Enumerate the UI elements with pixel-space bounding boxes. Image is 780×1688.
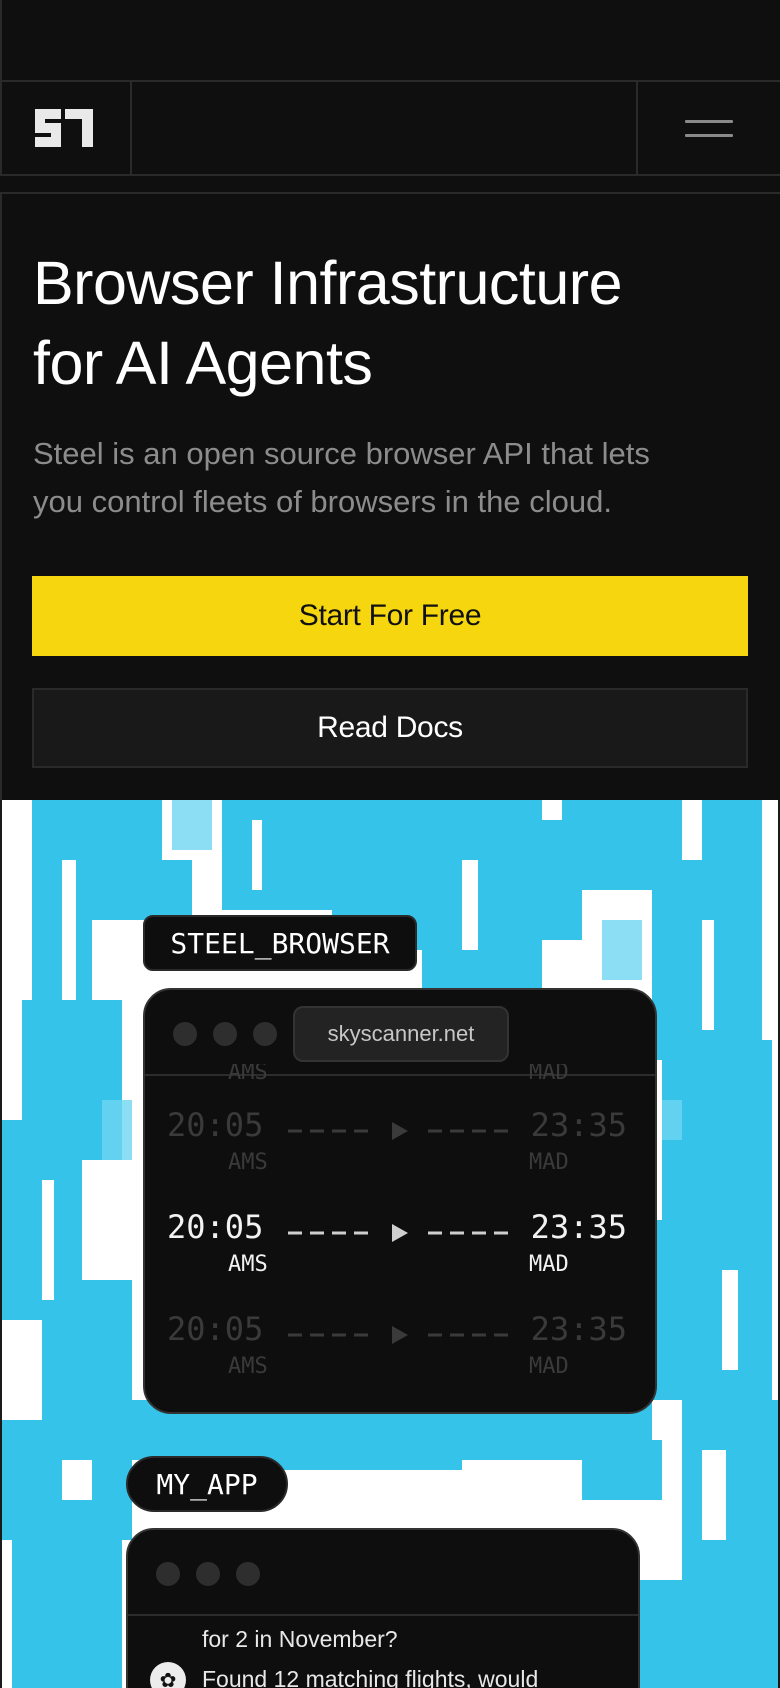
logo-cell[interactable]	[0, 82, 132, 174]
departure-code: AMS	[228, 1064, 268, 1084]
arrival-code: MAD	[529, 1354, 569, 1379]
window-dot-icon	[236, 1562, 260, 1586]
flight-route-arrow-icon	[288, 1224, 508, 1242]
hero-title: Browser Infrastructure for AI Agents	[33, 243, 753, 403]
window-titlebar	[128, 1530, 638, 1616]
arrival-code: MAD	[529, 1064, 569, 1084]
window-dot-icon	[156, 1562, 180, 1586]
flight-row-partial: AMS MAD	[145, 1064, 655, 1084]
steel-browser-tag: STEEL_BROWSER	[143, 915, 417, 971]
window-dot-icon	[173, 1022, 197, 1046]
start-for-free-button[interactable]: Start For Free	[32, 576, 748, 656]
departure-code: AMS	[228, 1150, 268, 1175]
arrival-code: MAD	[529, 1252, 569, 1277]
url-bar[interactable]: skyscanner.net	[293, 1006, 509, 1062]
departure-time: 20:05	[167, 1106, 264, 1144]
read-docs-button[interactable]: Read Docs	[32, 688, 748, 768]
assistant-message: Found 12 matching flights, would	[202, 1666, 539, 1688]
divider	[0, 194, 2, 800]
departure-code: AMS	[228, 1252, 268, 1277]
arrival-code: MAD	[529, 1150, 569, 1175]
flight-row[interactable]: 20:05 AMS 23:35 MAD	[145, 1310, 655, 1390]
steel-logo-icon[interactable]	[31, 103, 101, 153]
hero-illustration: STEEL_BROWSER skyscanner.net AMS MAD 20:…	[0, 800, 780, 1688]
status-bar	[0, 0, 780, 80]
openai-icon: ✿	[150, 1662, 186, 1688]
departure-time: 20:05	[167, 1310, 264, 1348]
steel-browser-window: skyscanner.net AMS MAD 20:05 AMS 23:35 M…	[143, 988, 657, 1414]
hero-title-line: Browser Infrastructure	[33, 249, 623, 317]
my-app-window: for 2 in November? ✿ Found 12 matching f…	[126, 1528, 640, 1688]
arrival-time: 23:35	[530, 1106, 627, 1144]
hero-subtitle-line: Steel is an open source browser API that…	[33, 436, 650, 471]
menu-button[interactable]	[638, 82, 780, 174]
hamburger-menu-icon[interactable]	[685, 109, 733, 148]
window-dot-icon	[196, 1562, 220, 1586]
flight-route-arrow-icon	[288, 1326, 508, 1344]
hero-subtitle-line: you control fleets of browsers in the cl…	[33, 484, 612, 519]
arrival-time: 23:35	[530, 1208, 627, 1246]
window-dot-icon	[253, 1022, 277, 1046]
departure-time: 20:05	[167, 1208, 264, 1246]
flight-row-selected[interactable]: 20:05 AMS 23:35 MAD	[145, 1208, 655, 1288]
top-navigation	[0, 80, 780, 176]
departure-code: AMS	[228, 1354, 268, 1379]
divider	[0, 192, 780, 194]
hero-title-line: for AI Agents	[33, 329, 373, 397]
user-message: for 2 in November?	[202, 1626, 398, 1652]
window-dot-icon	[213, 1022, 237, 1046]
arrival-time: 23:35	[530, 1310, 627, 1348]
flight-route-arrow-icon	[288, 1122, 508, 1140]
flight-row[interactable]: 20:05 AMS 23:35 MAD	[145, 1106, 655, 1186]
my-app-tag: MY_APP	[126, 1456, 288, 1512]
nav-spacer	[132, 82, 638, 174]
hero-subtitle: Steel is an open source browser API that…	[33, 430, 753, 526]
